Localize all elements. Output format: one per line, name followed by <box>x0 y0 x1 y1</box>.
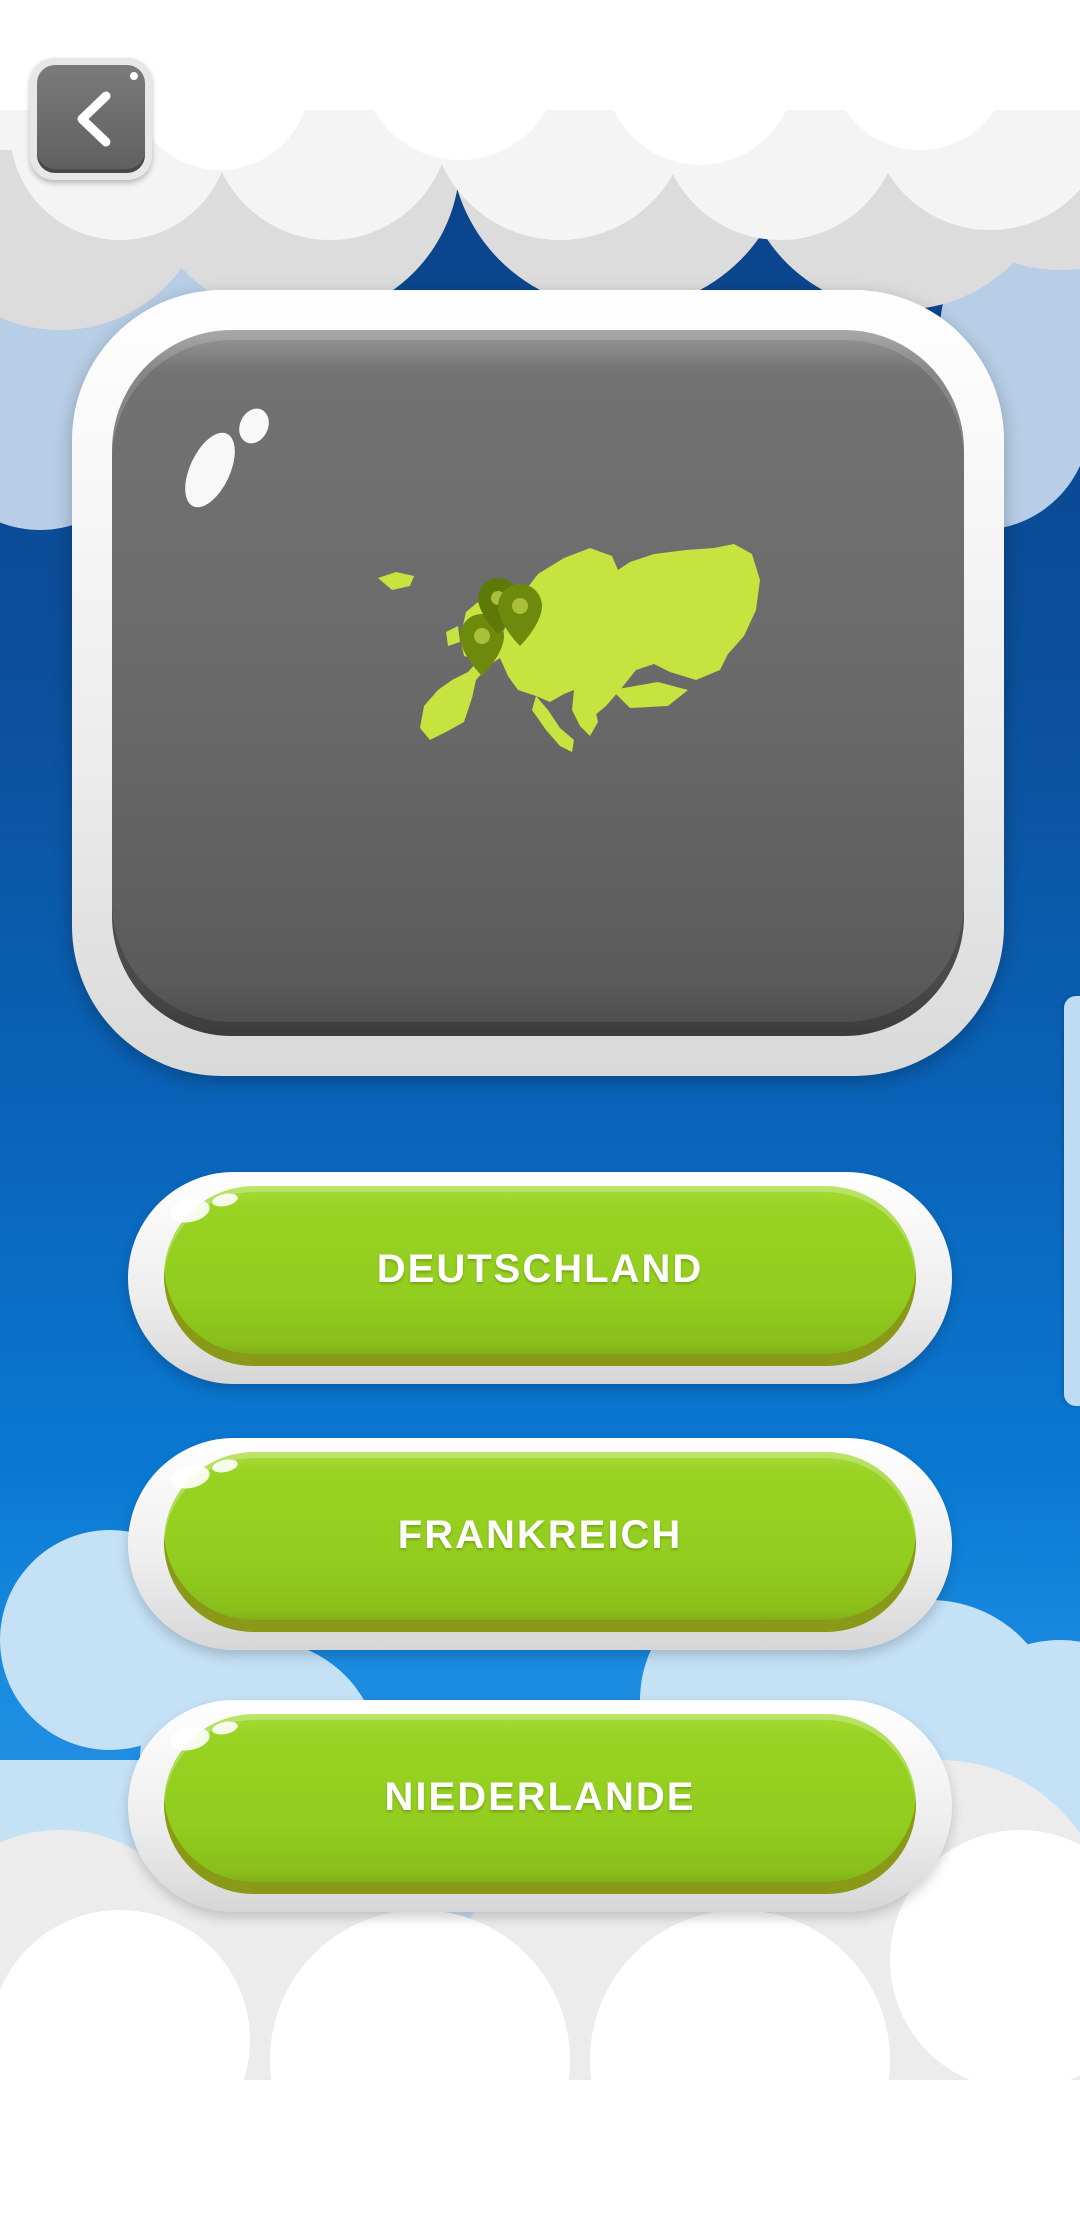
answer-label: FRANKREICH <box>397 1512 683 1557</box>
chevron-left-icon <box>77 72 138 147</box>
answer-button-3[interactable]: NIEDERLANDE <box>128 1700 952 1912</box>
answer-button-2[interactable]: FRANKREICH <box>128 1438 952 1650</box>
question-screen <box>72 290 1004 1076</box>
answer-label: NIEDERLANDE <box>384 1774 696 1819</box>
screen-gloss <box>174 425 246 515</box>
screen-gloss-small <box>233 403 275 449</box>
ireland-shape <box>446 626 460 646</box>
iceland-shape <box>378 572 414 590</box>
question-display <box>112 330 964 1036</box>
answer-label: DEUTSCHLAND <box>376 1246 704 1291</box>
answer-button-1[interactable]: DEUTSCHLAND <box>128 1172 952 1384</box>
italy-shape <box>532 696 574 752</box>
side-panel-handle[interactable] <box>1064 996 1080 1406</box>
game-screen: DEUTSCHLAND FRANKREICH NIEDERLANDE <box>0 0 1080 2220</box>
europe-map-image <box>378 544 760 752</box>
back-button[interactable] <box>30 58 152 180</box>
turkey-shape <box>612 682 688 708</box>
